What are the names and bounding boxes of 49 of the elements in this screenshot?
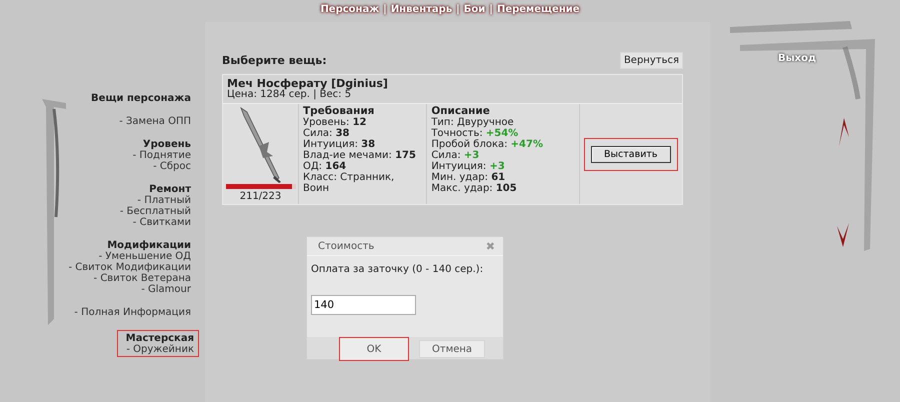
section-title: Ремонт — [149, 184, 191, 195]
panel-heading: Выберите вещь: — [222, 55, 327, 66]
durability-text: 211/223 — [240, 191, 282, 202]
back-button[interactable]: Вернуться — [620, 52, 683, 69]
sword-icon — [238, 106, 282, 184]
dialog-button[interactable]: Отмена — [419, 340, 486, 358]
sidebar-link[interactable]: - Свиток Ветерана — [94, 273, 191, 284]
section-title: Уровень — [142, 139, 191, 150]
stat-line: Уровень: 12 — [303, 117, 368, 128]
dialog-title: Стоимость — [318, 240, 374, 252]
stat-line: Пробой блока: +47% — [431, 139, 544, 150]
stat-line: Сила: 38 — [303, 128, 350, 139]
item-meta: Цена: 1284 сер. | Вес: 5 — [227, 89, 352, 100]
sidebar-link[interactable]: - Свиток Модификации — [68, 262, 191, 273]
sidebar-link[interactable]: - Сброс — [153, 161, 191, 172]
section-title: Вещи персонажа — [91, 93, 191, 104]
sidebar-link[interactable]: - Замена ОПП — [119, 116, 191, 127]
stat-line: ОД: 164 — [303, 161, 348, 172]
stat-line: Влад-ие мечами: 175 — [303, 150, 417, 161]
nav-separator: | — [456, 4, 460, 17]
section-title: Модификации — [107, 240, 191, 251]
nav-separator: | — [383, 4, 387, 17]
stat-line: Интуиция: 38 — [303, 139, 376, 150]
sidebar-link[interactable]: - Поднятие — [132, 150, 191, 161]
item-name: Меч Носферату [Dginius] — [227, 78, 389, 89]
stat-line: Класс: Странник, Воин — [303, 172, 396, 194]
stat-line: Макс. удар: 105 — [431, 183, 518, 194]
column-title: Описание — [431, 106, 491, 117]
section-title: Мастерская — [126, 333, 194, 344]
sidebar-link[interactable]: - Полная Информация — [74, 307, 191, 318]
nav-separator: | — [489, 4, 493, 17]
sidebar-link[interactable]: - Свитками — [132, 217, 191, 228]
place-button[interactable]: Выставить — [591, 146, 671, 162]
input-field[interactable]: 140 — [311, 295, 416, 315]
sidebar-link[interactable]: - Уменьшение ОД — [98, 251, 191, 262]
sidebar-link[interactable]: - Оружейник — [126, 344, 194, 355]
stat-line: Мин. удар: 61 — [431, 172, 506, 183]
stat-line: Тип: Двуручное — [431, 117, 515, 128]
dialog-prompt: Оплата за заточку (0 - 140 сер.): — [311, 264, 484, 275]
chevron-up-icon[interactable] — [838, 117, 850, 147]
stat-line: Сила: +3 — [431, 150, 480, 161]
stat-line: Точность: +54% — [431, 128, 520, 139]
dialog-button[interactable]: OK — [339, 337, 409, 361]
column-title: Требования — [303, 106, 376, 117]
sidebar-link[interactable]: - Glamour — [141, 284, 191, 295]
chevron-down-icon[interactable] — [836, 222, 850, 248]
sidebar-link[interactable]: - Бесплатный — [120, 206, 191, 217]
sidebar-link[interactable]: - Платный — [137, 195, 191, 206]
stat-line: Интуиция: +3 — [431, 161, 506, 172]
